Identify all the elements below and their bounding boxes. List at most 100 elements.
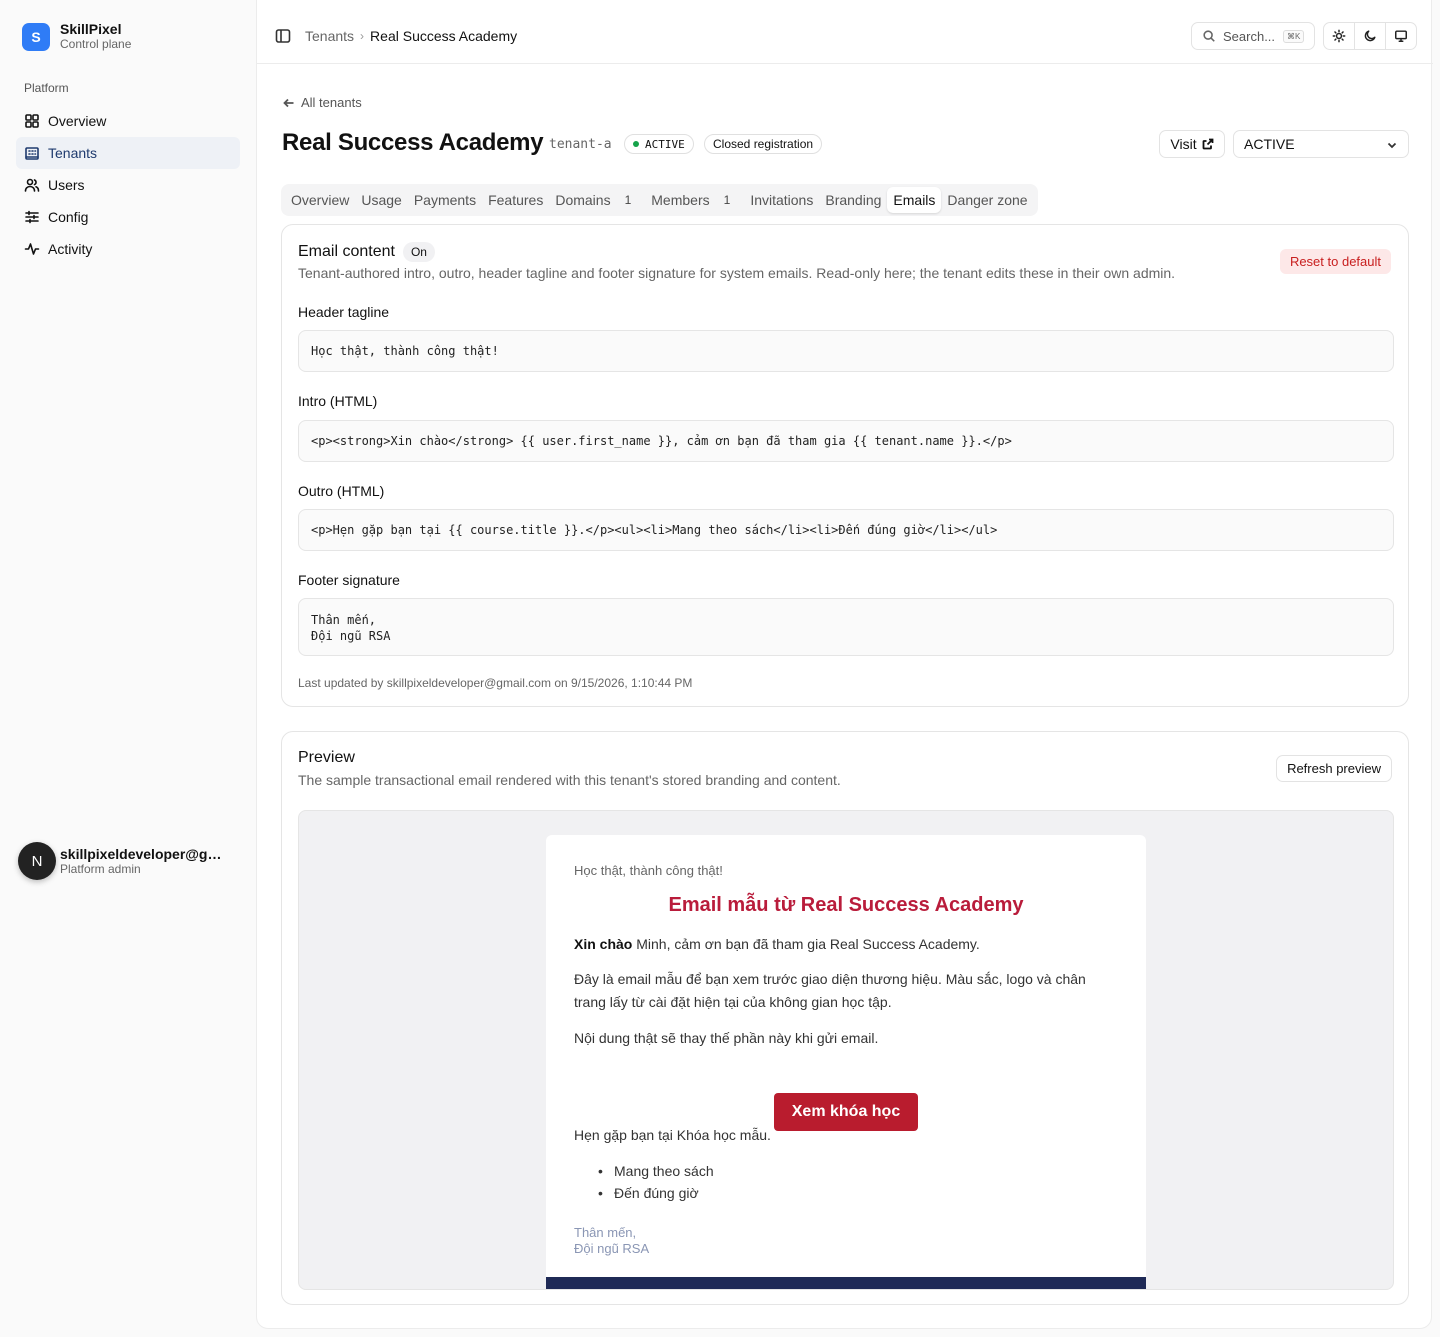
email-signature: Thân mến, Đội ngũ RSA	[574, 1225, 649, 1257]
tab-emails[interactable]: Emails	[887, 187, 942, 213]
email-footer-bar	[546, 1277, 1146, 1289]
list-item: Đến đúng giờ	[598, 1182, 714, 1204]
registration-badge: Closed registration	[704, 134, 823, 154]
sidebar-item-activity[interactable]: Activity	[16, 233, 240, 265]
card-title: Preview	[298, 749, 355, 767]
email-preview: Học thật, thành công thật! Email mẫu từ …	[546, 835, 1146, 1289]
brand-subtitle: Control plane	[60, 37, 132, 51]
sidebar-item-users[interactable]: Users	[16, 169, 240, 201]
tab-count: 1	[624, 193, 632, 207]
breadcrumb-current: Real Success Academy	[370, 28, 518, 44]
footer-signature-field: Thân mến, Đội ngũ RSA	[298, 598, 1394, 656]
tab-label: Invitations	[750, 192, 814, 208]
visit-button-label: Visit	[1170, 136, 1197, 152]
tab-label: Domains	[555, 192, 611, 208]
back-link-label: All tenants	[301, 95, 362, 110]
tab-invitations[interactable]: Invitations	[744, 187, 819, 213]
sidebar-item-label: Tenants	[48, 145, 98, 161]
nav-group-label: Platform	[24, 81, 69, 95]
external-link-icon	[1202, 138, 1213, 150]
breadcrumb-tenants[interactable]: Tenants	[305, 28, 354, 44]
search-button[interactable]: Search... ⌘K	[1191, 22, 1315, 50]
grid-icon	[24, 113, 40, 129]
tab-label: Danger zone	[947, 192, 1028, 208]
main-content: Tenants › Real Success Academy Search...…	[256, 0, 1433, 1329]
card-title-text: Preview	[298, 749, 355, 766]
reset-to-default-button[interactable]: Reset to default	[1279, 249, 1391, 274]
card-title: Email content On	[298, 242, 435, 262]
card-title-text: Email content	[298, 243, 395, 260]
sidebar-toggle-icon[interactable]	[275, 28, 291, 44]
tab-domains[interactable]: Domains 1	[549, 187, 645, 213]
email-content-card: Email content On Tenant-authored intro, …	[281, 224, 1409, 707]
tab-label: Payments	[413, 192, 477, 208]
topbar: Tenants › Real Success Academy Search...…	[257, 0, 1433, 64]
breadcrumb: Tenants › Real Success Academy	[305, 28, 517, 44]
chevron-right-icon: ›	[360, 29, 365, 43]
tab-branding[interactable]: Branding	[819, 187, 887, 213]
search-placeholder: Search...	[1223, 28, 1276, 44]
sidebar-item-overview[interactable]: Overview	[16, 105, 240, 137]
brand-name: SkillPixel	[60, 21, 122, 37]
status-dot	[633, 141, 639, 147]
tab-members[interactable]: Members 1	[645, 187, 744, 213]
visit-button[interactable]: Visit	[1159, 130, 1225, 158]
email-signature-line: Đội ngũ RSA	[574, 1241, 650, 1256]
sidebar-item-label: Overview	[48, 113, 107, 129]
last-updated: Last updated by skillpixeldeveloper@gmai…	[298, 676, 693, 690]
sidebar-item-label: Activity	[48, 241, 93, 257]
theme-light-button[interactable]	[1324, 23, 1355, 49]
state-pill: On	[402, 242, 435, 262]
email-tagline: Học thật, thành công thật!	[574, 863, 723, 878]
status-select[interactable]: ACTIVE	[1233, 130, 1409, 158]
outro-label: Outro (HTML)	[298, 483, 385, 499]
tab-payments[interactable]: Payments	[408, 187, 482, 213]
sidebar-nav: Overview Tenants Users Config Activity	[16, 105, 240, 265]
email-outro: Hẹn gặp bạn tại Khóa học mẫu.	[574, 1127, 771, 1143]
theme-dark-button[interactable]	[1355, 23, 1386, 49]
monitor-icon	[1395, 30, 1407, 42]
user-email: skillpixeldeveloper@gmail.com	[60, 845, 230, 862]
tab-label: Overview	[291, 192, 350, 208]
brand[interactable]: S SkillPixel Control plane	[22, 21, 131, 52]
email-body-2: Nội dung thật sẽ thay thế phần này khi g…	[574, 1030, 879, 1046]
sidebar: S SkillPixel Control plane Platform Over…	[0, 0, 256, 1337]
moon-icon	[1364, 30, 1376, 42]
tab-label: Branding	[825, 192, 882, 208]
email-greeting-text: Minh, cảm ơn bạn đã tham gia Real Succes…	[632, 936, 980, 952]
sidebar-item-label: Config	[48, 209, 89, 225]
theme-system-button[interactable]	[1386, 23, 1416, 49]
refresh-preview-button[interactable]: Refresh preview	[1276, 755, 1392, 782]
header-tagline-field: Học thật, thành công thật!	[298, 330, 1394, 372]
tab-label: Members	[651, 192, 710, 208]
email-body-1: Đây là email mẫu để bạn xem trước giao d…	[574, 971, 1086, 1010]
outro-field: <p>Hẹn gặp bạn tại {{ course.title }}.</…	[298, 509, 1394, 551]
email-greeting-strong: Xin chào	[574, 936, 633, 952]
page-title: Real Success Academy	[282, 129, 544, 156]
building-icon	[24, 145, 40, 161]
email-list: Mang theo sách Đến đúng giờ	[598, 1160, 714, 1204]
tab-danger-zone[interactable]: Danger zone	[941, 187, 1033, 213]
sidebar-item-config[interactable]: Config	[16, 201, 240, 233]
user-role: Platform admin	[60, 861, 141, 876]
status-badge: ACTIVE	[624, 134, 694, 154]
tenant-tabs: Overview Usage Payments Features Domains…	[281, 184, 1038, 216]
card-description: Tenant-authored intro, outro, header tag…	[298, 265, 1176, 281]
status-select-value: ACTIVE	[1244, 136, 1295, 152]
tab-features[interactable]: Features	[482, 187, 549, 213]
footer-signature-label: Footer signature	[298, 572, 400, 588]
sidebar-item-tenants[interactable]: Tenants	[16, 137, 240, 169]
email-preview-frame[interactable]: Học thật, thành công thật! Email mẫu từ …	[298, 810, 1394, 1290]
list-item: Mang theo sách	[598, 1160, 714, 1182]
tab-count: 1	[723, 193, 731, 207]
intro-field: <p><strong>Xin chào</strong> {{ user.fir…	[298, 420, 1394, 462]
back-link[interactable]: All tenants	[283, 95, 362, 110]
tab-overview[interactable]: Overview	[285, 187, 355, 213]
search-shortcut: ⌘K	[1283, 29, 1305, 43]
header-tagline-label: Header tagline	[298, 304, 390, 320]
intro-label: Intro (HTML)	[298, 393, 378, 409]
tab-usage[interactable]: Usage	[355, 187, 407, 213]
tab-label: Features	[488, 192, 544, 208]
user-menu[interactable]: N skillpixeldeveloper@gmail.com Platform…	[18, 842, 230, 880]
sidebar-item-label: Users	[48, 177, 85, 193]
